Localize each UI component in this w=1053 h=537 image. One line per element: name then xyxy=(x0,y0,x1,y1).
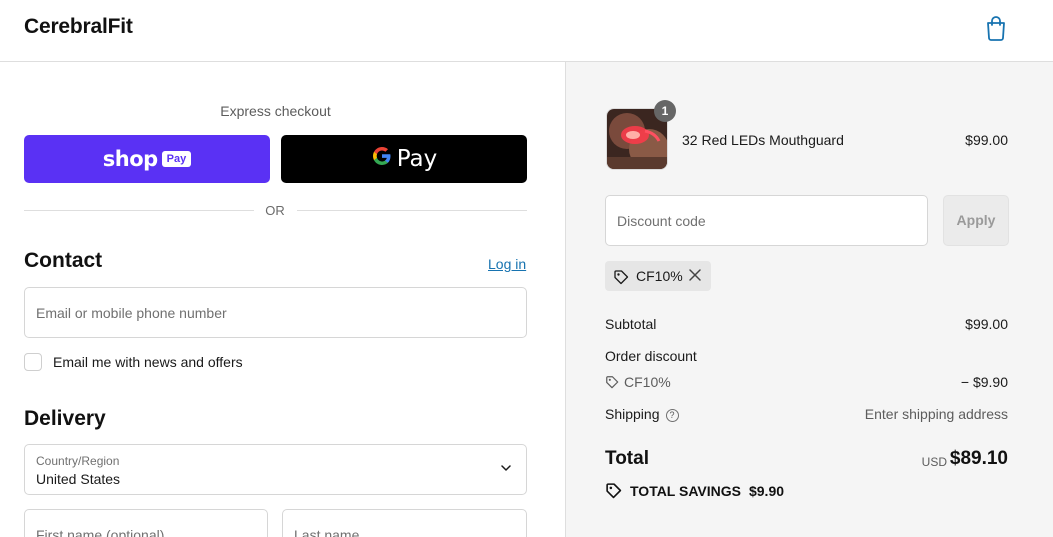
email-field[interactable]: Email or mobile phone number xyxy=(24,287,527,338)
quantity-badge: 1 xyxy=(654,100,676,122)
login-link[interactable]: Log in xyxy=(488,256,526,272)
order-discount-code-row: CF10% xyxy=(605,374,671,390)
subtotal-label: Subtotal xyxy=(605,316,657,332)
country-label: Country/Region xyxy=(36,454,120,468)
checkout-form: Express checkout shop Pay Pay OR Contact… xyxy=(0,62,565,537)
last-name-placeholder: Last name xyxy=(294,527,360,537)
total-label: Total xyxy=(605,448,649,469)
contact-heading: Contact xyxy=(24,249,103,272)
shop-pay-wordmark: shop xyxy=(102,147,158,171)
newsletter-label[interactable]: Email me with news and offers xyxy=(53,354,243,370)
subtotal-value: $99.00 xyxy=(965,316,1008,332)
email-placeholder: Email or mobile phone number xyxy=(36,305,227,321)
discount-code-input[interactable]: Discount code xyxy=(605,195,928,246)
google-g-icon xyxy=(371,145,393,173)
applied-discount-chip: CF10% xyxy=(605,261,711,291)
divider xyxy=(297,210,527,211)
express-checkout-label: Express checkout xyxy=(220,103,331,119)
product-name: 32 Red LEDs Mouthguard xyxy=(682,132,844,148)
shipping-row-label: Shipping? xyxy=(605,406,679,422)
savings-label: TOTAL SAVINGS xyxy=(630,482,741,499)
google-pay-wordmark: Pay xyxy=(396,146,438,172)
product-price: $99.00 xyxy=(965,132,1008,148)
tag-icon xyxy=(606,483,622,499)
checkout-header: CerebralFit xyxy=(0,0,1053,62)
remove-discount-icon[interactable] xyxy=(687,267,703,283)
total-currency: USD xyxy=(921,455,947,469)
applied-discount-code: CF10% xyxy=(636,268,683,284)
chevron-down-icon xyxy=(501,465,511,471)
shipping-label: Shipping xyxy=(605,406,660,422)
country-value: United States xyxy=(36,471,121,487)
help-icon[interactable]: ? xyxy=(665,409,679,422)
apply-discount-button[interactable]: Apply xyxy=(943,195,1009,246)
order-summary: 1 32 Red LEDs Mouthguard $99.00 Discount… xyxy=(565,62,1053,537)
tag-icon xyxy=(606,376,619,389)
total-savings: TOTAL SAVINGS $9.90 xyxy=(605,482,784,499)
shopping-bag-icon[interactable] xyxy=(984,15,1008,41)
divider xyxy=(24,210,254,211)
store-brand[interactable]: CerebralFit xyxy=(24,15,133,39)
order-discount-value: − $9.90 xyxy=(960,374,1008,390)
country-select[interactable]: Country/Region United States xyxy=(24,444,527,495)
last-name-field[interactable]: Last name xyxy=(282,509,527,537)
first-name-field[interactable]: First name (optional) xyxy=(24,509,268,537)
first-name-placeholder: First name (optional) xyxy=(36,527,165,537)
discount-placeholder: Discount code xyxy=(617,213,706,229)
order-discount-code: CF10% xyxy=(624,374,671,390)
shipping-value: Enter shipping address xyxy=(864,406,1008,422)
delivery-heading: Delivery xyxy=(24,407,106,430)
google-pay-button[interactable]: Pay xyxy=(281,135,527,183)
savings-value: $9.90 xyxy=(748,482,785,499)
tag-icon xyxy=(614,270,629,285)
or-separator: OR xyxy=(265,203,285,218)
shop-pay-badge: Pay xyxy=(161,151,192,167)
order-discount-label: Order discount xyxy=(605,348,697,364)
total-value: $89.10 xyxy=(949,448,1008,469)
shop-pay-button[interactable]: shop Pay xyxy=(24,135,270,183)
newsletter-checkbox[interactable] xyxy=(24,353,42,371)
